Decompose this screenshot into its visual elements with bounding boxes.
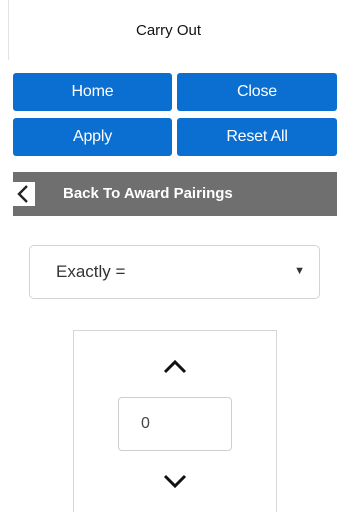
select-value: Exactly = bbox=[56, 262, 126, 281]
stepper-value-field[interactable]: 0 bbox=[118, 397, 232, 451]
reset-all-button[interactable]: Reset All bbox=[177, 118, 337, 156]
quantity-stepper: 0 bbox=[73, 330, 277, 512]
chevron-down-icon[interactable] bbox=[162, 473, 188, 489]
home-button[interactable]: Home bbox=[13, 73, 172, 111]
apply-button[interactable]: Apply bbox=[13, 118, 172, 156]
chevron-left-icon bbox=[13, 182, 35, 206]
page: Carry Out Home Close Apply Reset All Bac… bbox=[0, 0, 337, 512]
caret-down-icon: ▼ bbox=[294, 265, 305, 277]
close-button[interactable]: Close bbox=[177, 73, 337, 111]
chevron-up-icon[interactable] bbox=[162, 359, 188, 375]
back-bar-label: Back To Award Pairings bbox=[63, 185, 233, 202]
page-title: Carry Out bbox=[135, 22, 201, 39]
back-to-award-pairings-button[interactable]: Back To Award Pairings bbox=[13, 172, 337, 216]
comparison-select[interactable]: Exactly = ▼ bbox=[29, 245, 320, 299]
